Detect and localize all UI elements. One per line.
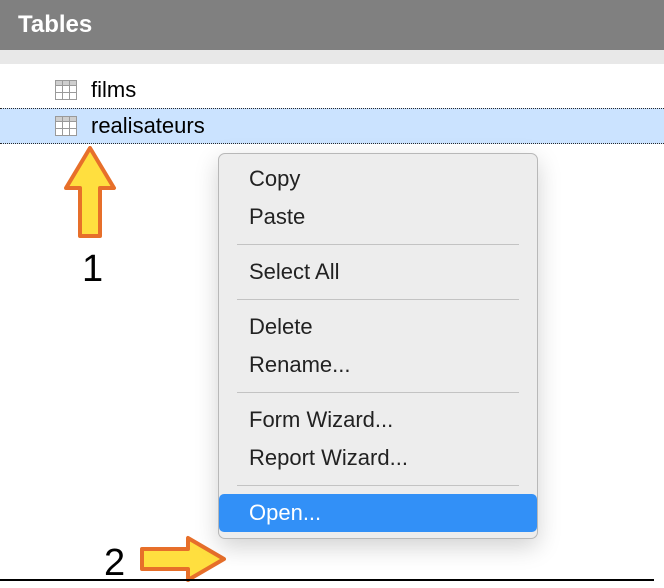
annotation-arrow-up <box>62 146 118 241</box>
menu-item-open[interactable]: Open... <box>219 494 537 532</box>
annotation-step-1: 1 <box>82 248 103 291</box>
menu-item-report-wizard[interactable]: Report Wizard... <box>219 439 537 477</box>
table-row[interactable]: realisateurs <box>0 108 664 144</box>
table-row[interactable]: films <box>0 72 664 108</box>
menu-item-rename[interactable]: Rename... <box>219 346 537 384</box>
menu-separator <box>237 392 519 393</box>
menu-separator <box>237 485 519 486</box>
menu-item-form-wizard[interactable]: Form Wizard... <box>219 401 537 439</box>
menu-separator <box>237 299 519 300</box>
table-list: films realisateurs <box>0 64 664 144</box>
context-menu: Copy Paste Select All Delete Rename... F… <box>218 153 538 539</box>
menu-item-delete[interactable]: Delete <box>219 308 537 346</box>
panel-gutter <box>0 50 664 64</box>
table-name: films <box>91 77 136 103</box>
panel-title: Tables <box>18 11 92 39</box>
menu-item-paste[interactable]: Paste <box>219 198 537 236</box>
table-icon <box>55 116 77 136</box>
menu-item-select-all[interactable]: Select All <box>219 253 537 291</box>
annotation-arrow-right <box>138 534 226 584</box>
table-icon <box>55 80 77 100</box>
menu-item-copy[interactable]: Copy <box>219 160 537 198</box>
table-name: realisateurs <box>91 113 205 139</box>
panel-header: Tables <box>0 0 664 50</box>
menu-separator <box>237 244 519 245</box>
bottom-rule <box>0 579 654 581</box>
